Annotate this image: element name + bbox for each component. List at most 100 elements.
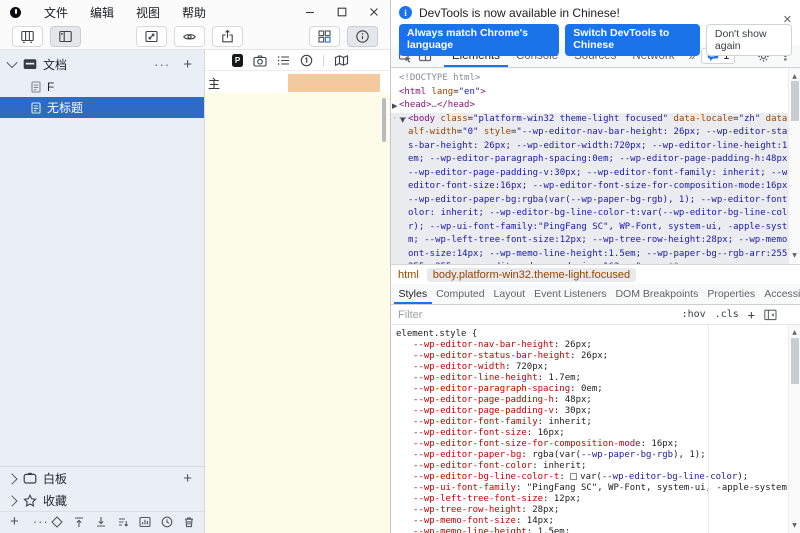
filter-input[interactable]: Filter — [398, 309, 422, 321]
css-property-6[interactable]: --wp-editor-page-padding-v: 30px; — [396, 406, 800, 417]
doc-item-0[interactable]: F — [0, 76, 204, 97]
banner-button-1[interactable]: Switch DevTools to Chinese — [565, 24, 700, 56]
dom-tree-line-0[interactable]: <!DOCTYPE html> — [393, 72, 787, 86]
trash-icon[interactable] — [181, 515, 198, 529]
camera-icon[interactable] — [253, 54, 267, 67]
styles-tab-accessibility[interactable]: Accessibility — [760, 284, 800, 304]
styles-rule-pane[interactable]: element.style {--wp-editor-nav-bar-heigh… — [391, 325, 800, 533]
css-property-0[interactable]: --wp-editor-nav-bar-height: 26px; — [396, 340, 800, 351]
more-button[interactable]: ··· — [154, 57, 170, 72]
scrollbar-thumb[interactable] — [791, 81, 799, 121]
editor-scrollbar-thumb[interactable] — [382, 98, 386, 142]
elements-scrollbar[interactable]: ▲ ▼ — [788, 68, 800, 264]
library-button[interactable] — [12, 26, 43, 47]
css-property-17[interactable]: --wp-memo-line-height: 1.5em; — [396, 527, 800, 533]
scroll-up-arrow[interactable]: ▲ — [789, 327, 800, 338]
favorites-label: 收藏 — [43, 492, 192, 509]
diamond-sync-icon[interactable] — [49, 515, 66, 529]
css-property-13[interactable]: --wp-ui-font-family: "PingFang SC", WP-F… — [396, 483, 800, 494]
toggle-hover-state-button[interactable]: :hov — [682, 309, 706, 320]
css-property-5[interactable]: --wp-editor-page-padding-h: 48px; — [396, 395, 800, 406]
elements-dom-tree[interactable]: <!DOCTYPE html><html lang="en">▶<head>…<… — [391, 68, 800, 264]
sidebar-section-favorites[interactable]: 收藏 — [0, 490, 204, 511]
expand-up-icon[interactable] — [71, 515, 88, 529]
scrollbar-thumb[interactable] — [791, 338, 799, 384]
banner-button-0[interactable]: Always match Chrome's language — [399, 24, 559, 56]
menu-item-1[interactable]: 编辑 — [79, 4, 125, 21]
paragraph-badge-icon[interactable]: P — [232, 54, 243, 67]
maximize-button[interactable] — [326, 0, 358, 24]
editor-title-row[interactable]: 主 — [205, 71, 390, 93]
minimize-button[interactable] — [294, 0, 326, 24]
editor-canvas[interactable] — [205, 93, 390, 533]
dom-tree-line-2[interactable]: ▶<head>…</head> — [393, 99, 787, 113]
bar-chart-icon[interactable] — [137, 515, 154, 529]
expand-arrow-open[interactable]: ▼ — [400, 114, 405, 128]
banner-close-icon[interactable]: ✕ — [783, 13, 792, 26]
banner-button-2[interactable]: Don't show again — [706, 24, 792, 56]
map-icon[interactable] — [334, 54, 349, 67]
styles-tab-styles[interactable]: Styles — [394, 284, 432, 304]
list-icon[interactable] — [277, 54, 290, 67]
close-button[interactable] — [358, 0, 390, 24]
menu-item-2[interactable]: 视图 — [125, 4, 171, 21]
css-property-8[interactable]: --wp-editor-font-size: 16px; — [396, 428, 800, 439]
css-property-9[interactable]: --wp-editor-font-size-for-composition-mo… — [396, 439, 800, 450]
app-content: 文档 ··· + F无标题 白板 + 收藏 + — [0, 50, 390, 533]
new-style-rule-button[interactable]: + — [748, 308, 755, 322]
devtools-language-banner: i DevTools is now available in Chinese! … — [391, 0, 800, 45]
styles-tab-computed[interactable]: Computed — [432, 284, 489, 304]
css-property-4[interactable]: --wp-editor-paragraph-spacing: 0em; — [396, 384, 800, 395]
css-property-3[interactable]: --wp-editor-line-height: 1.7em; — [396, 373, 800, 384]
word-count-icon[interactable] — [300, 54, 313, 67]
styles-tab-dom-breakpoints[interactable]: DOM Breakpoints — [611, 284, 703, 304]
menu-item-3[interactable]: 帮助 — [171, 4, 217, 21]
document-list: F无标题 — [0, 76, 204, 118]
sidebar-section-whiteboard[interactable]: 白板 + — [0, 466, 204, 490]
scroll-down-arrow[interactable]: ▼ — [789, 249, 800, 263]
css-property-2[interactable]: --wp-editor-width: 720px; — [396, 362, 800, 373]
dom-tree-line-1[interactable]: <html lang="en"> — [393, 86, 787, 100]
css-property-1[interactable]: --wp-editor-status-bar-height: 26px; — [396, 351, 800, 362]
breadcrumb-body[interactable]: body.platform-win32.theme-light.focused — [427, 268, 636, 282]
scroll-down-arrow[interactable]: ▼ — [789, 520, 800, 531]
css-property-12[interactable]: --wp-editor-bg-line-color-t: var(--wp-ed… — [396, 472, 800, 483]
style-rule-selector[interactable]: element.style { — [396, 329, 800, 340]
styles-tab-layout[interactable]: Layout — [489, 284, 530, 304]
info-icon: i — [399, 6, 412, 19]
dom-tree-line-3[interactable]: ···▼<body class="platform-win32 theme-li… — [391, 113, 800, 265]
css-property-15[interactable]: --wp-tree-row-height: 28px; — [396, 505, 800, 516]
footer-more-button[interactable]: ··· — [33, 514, 49, 529]
breadcrumb-html[interactable]: html — [398, 269, 419, 281]
menu-item-0[interactable]: 文件 — [33, 4, 79, 21]
info-button[interactable] — [347, 26, 378, 47]
css-property-10[interactable]: --wp-editor-paper-bg: rgba(var(--wp-pape… — [396, 450, 800, 461]
styles-scrollbar[interactable]: ▲ ▼ — [788, 325, 800, 533]
dom-breadcrumb-bar: html body.platform-win32.theme-light.foc… — [391, 264, 800, 284]
css-property-14[interactable]: --wp-left-tree-font-size: 12px; — [396, 494, 800, 505]
inspect-highlight-overlay — [288, 74, 380, 92]
styles-tab-event-listeners[interactable]: Event Listeners — [530, 284, 611, 304]
sort-icon[interactable] — [115, 515, 132, 529]
collapse-down-icon[interactable] — [93, 515, 110, 529]
sidebar-toggle-button[interactable] — [50, 26, 81, 47]
grid-view-button[interactable] — [309, 26, 340, 47]
footer-add-button[interactable]: + — [10, 514, 19, 529]
preview-button[interactable] — [174, 26, 205, 47]
computed-panel-toggle-icon[interactable] — [764, 309, 777, 321]
doc-item-1[interactable]: 无标题 — [0, 97, 204, 118]
styles-tab-properties[interactable]: Properties — [703, 284, 760, 304]
history-clock-icon[interactable] — [159, 515, 176, 529]
sidebar-section-documents[interactable]: 文档 ··· + — [0, 52, 204, 76]
resize-window-button[interactable] — [136, 26, 167, 47]
expand-arrow-closed[interactable]: ▶ — [392, 100, 397, 114]
resize-icon — [144, 29, 159, 44]
add-document-button[interactable]: + — [183, 57, 192, 72]
css-property-11[interactable]: --wp-editor-font-color: inherit; — [396, 461, 800, 472]
toggle-class-button[interactable]: .cls — [715, 309, 739, 320]
css-property-7[interactable]: --wp-editor-font-family: inherit; — [396, 417, 800, 428]
share-button[interactable] — [212, 26, 243, 47]
add-whiteboard-button[interactable]: + — [183, 471, 192, 486]
color-swatch[interactable] — [570, 473, 577, 480]
css-property-16[interactable]: --wp-memo-font-size: 14px; — [396, 516, 800, 527]
